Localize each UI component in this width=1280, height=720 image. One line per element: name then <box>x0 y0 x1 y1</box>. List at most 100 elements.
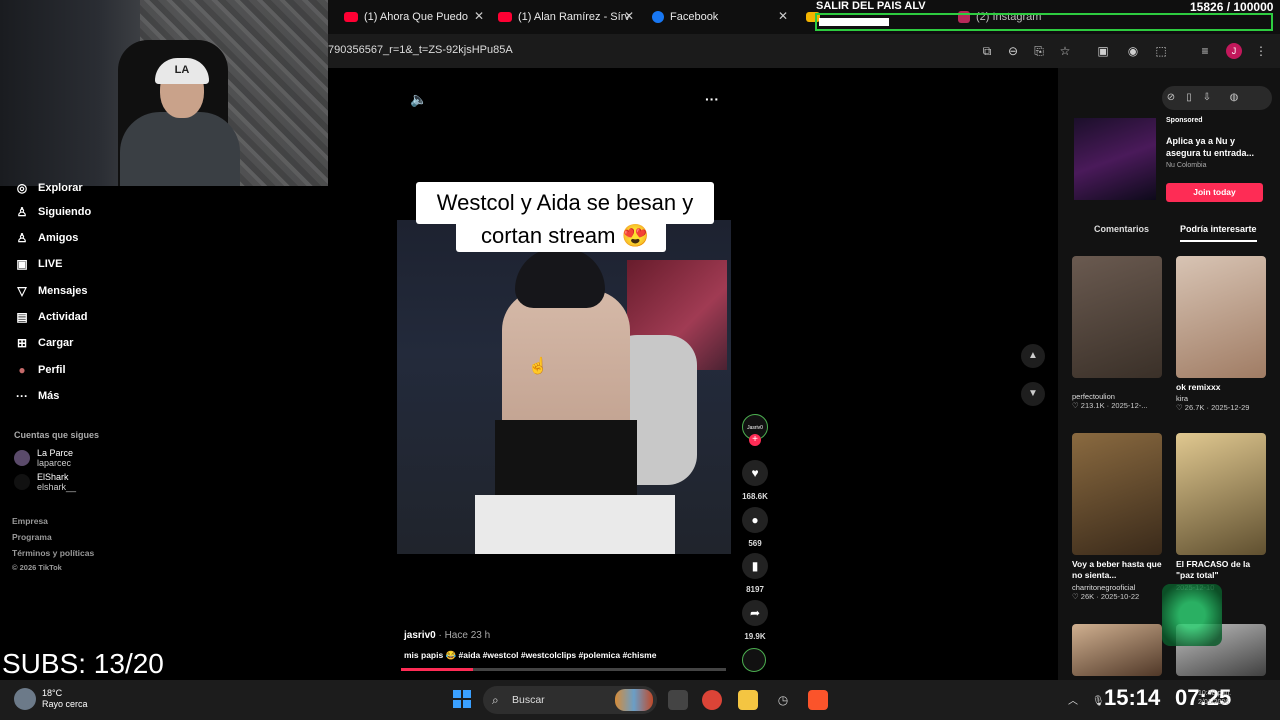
weather-text: Rayo cerca <box>42 699 88 709</box>
sidebar-item-label: Cargar <box>38 337 74 349</box>
friends-icon: ♙ <box>16 231 28 245</box>
compass-icon: ◎ <box>16 181 28 195</box>
close-icon[interactable]: ✕ <box>474 9 484 23</box>
profile-avatar[interactable]: J <box>1226 43 1242 59</box>
more-options-icon[interactable]: ··· <box>705 91 719 107</box>
comment-button[interactable]: ● 569 <box>742 507 768 548</box>
screen: (1) Ahora Que Puedo ✕ (1) Alan Ramírez -… <box>0 0 1280 720</box>
card-caption: El FRACASO de la "paz total" <box>1176 559 1251 580</box>
sidebar-item-label: Perfil <box>38 364 66 376</box>
app-icon[interactable]: ◷ <box>773 690 793 710</box>
card-stats: ♡ 213.1K · 2025-12-... <box>1072 401 1148 410</box>
goal-counter: 15826 / 100000 <box>1190 0 1274 14</box>
video-thumbnail <box>1176 256 1266 378</box>
system-clock[interactable]: 10:38 p.m. 2/01/2026 <box>1198 689 1231 707</box>
windows-start-icon[interactable] <box>453 690 471 708</box>
sidebar-item-mas[interactable]: ··· Más <box>14 388 59 404</box>
extension-icon[interactable]: ◉ <box>1126 44 1140 58</box>
account-name: La Parce <box>37 448 74 458</box>
following-title: Cuentas que sigues <box>14 430 100 440</box>
sidebar-item-siguiendo[interactable]: ♙ Siguiendo <box>14 204 92 220</box>
volume-icon[interactable]: 🔈 <box>410 91 427 108</box>
brave-icon[interactable] <box>808 690 828 710</box>
url-field[interactable]: 790356567_r=1&_t=ZS-92kjsHPu85A <box>328 44 513 56</box>
tab-youtube-1[interactable]: (1) Ahora Que Puedo ✕ <box>344 6 484 28</box>
send-icon: ▽ <box>17 284 27 298</box>
chrome-icon[interactable] <box>702 690 722 710</box>
person-top <box>495 420 637 500</box>
ad-title[interactable]: Aplica ya a Nu y asegura tu entrada... <box>1166 135 1266 159</box>
comment-count: 569 <box>748 539 762 548</box>
menu-icon[interactable]: ⋮ <box>1254 44 1268 58</box>
suggested-video-card[interactable]: perfectoulion ♡ 213.1K · 2025-12-... <box>1072 256 1162 410</box>
ad-thumbnail[interactable] <box>1074 118 1156 200</box>
sidebar-item-explorar[interactable]: ◎ Explorar <box>14 180 83 196</box>
system-time: 10:38 p.m. <box>1198 690 1232 697</box>
footer-link-programa[interactable]: Programa <box>12 532 52 542</box>
task-view-icon[interactable] <box>668 690 688 710</box>
followed-account[interactable]: La Parce laparcec <box>14 448 73 468</box>
temperature: 18°C <box>42 688 63 698</box>
mobile-icon[interactable]: ▯ <box>1180 86 1198 110</box>
tab-youtube-2[interactable]: (1) Alan Ramírez - Sírv ✕ <box>498 6 634 28</box>
suggested-video-card[interactable]: El FRACASO de la "paz total" 2025-12-10 <box>1176 433 1266 592</box>
tab-label: (1) Ahora Que Puedo <box>364 11 468 23</box>
bookmark-star-icon[interactable]: ☆ <box>1058 44 1072 58</box>
close-icon[interactable]: ✕ <box>624 9 634 23</box>
card-stats: ♡ 26.7K · 2025-12-29 <box>1176 403 1250 412</box>
post-time: · Hace 23 h <box>435 630 491 641</box>
search-icon: ⌕ <box>492 693 499 707</box>
tab-comentarios[interactable]: Comentarios <box>1094 224 1149 234</box>
close-icon[interactable]: ✕ <box>778 9 788 23</box>
suggested-video-card[interactable] <box>1072 624 1162 676</box>
sidebar-item-label: Más <box>38 390 60 402</box>
suggested-video-card[interactable]: ok remixxx kira ♡ 26.7K · 2025-12-29 <box>1176 256 1266 412</box>
sidebar-item-cargar[interactable]: ⊞ Cargar <box>14 335 74 351</box>
footer-link-empresa[interactable]: Empresa <box>12 516 48 526</box>
weather-widget[interactable]: 18°C Rayo cerca <box>14 688 88 710</box>
footer-link-terminos[interactable]: Términos y políticas <box>12 548 94 558</box>
previous-video-button[interactable]: ▲ <box>1021 344 1045 368</box>
tab-facebook[interactable]: Facebook ✕ <box>652 6 788 28</box>
card-author: charritonegrooficial <box>1072 583 1136 592</box>
system-tray[interactable]: ︿ 🎙 <box>1068 692 1105 707</box>
sidebar-item-live[interactable]: ▣ LIVE <box>14 256 62 272</box>
screenshot-icon[interactable]: ▣ <box>1096 44 1110 58</box>
taskbar-search[interactable]: ⌕ Buscar <box>483 686 657 714</box>
youtube-icon <box>344 12 358 22</box>
youtube-icon <box>498 12 512 22</box>
sidebar-item-perfil[interactable]: ● Perfil <box>14 362 66 378</box>
translate-icon[interactable]: ⧉ <box>980 44 994 58</box>
copyright: © 2026 TikTok <box>12 563 62 572</box>
download-icon[interactable]: ⇩ <box>1198 86 1216 110</box>
ad-cta-button[interactable]: Join today <box>1166 183 1263 202</box>
install-icon[interactable]: ⎘ <box>1032 44 1046 58</box>
like-button[interactable]: ♥ 168.6K <box>742 460 768 501</box>
video-thumbnail <box>1072 624 1162 676</box>
zoom-icon[interactable]: ⊖ <box>1006 44 1020 58</box>
caption-line: cortan stream 😍 <box>481 223 649 248</box>
mute-icon[interactable]: ⊘ <box>1162 86 1180 110</box>
puzzle-icon[interactable]: ⬚ <box>1154 44 1168 58</box>
video-progress[interactable] <box>401 668 726 671</box>
music-disc-icon[interactable] <box>742 648 766 672</box>
video-author[interactable]: jasriv0 · Hace 23 h <box>404 630 490 641</box>
follow-plus-icon[interactable]: + <box>749 434 761 446</box>
video-player[interactable] <box>397 220 731 554</box>
media-icon[interactable]: ≡ <box>1198 44 1212 58</box>
next-video-button[interactable]: ▼ <box>1021 382 1045 406</box>
address-bar: 790356567_r=1&_t=ZS-92kjsHPu85A ⧉ ⊖ ⎘ ☆ … <box>328 34 1280 68</box>
sidebar-item-mensajes[interactable]: ▽ Mensajes <box>14 283 87 299</box>
save-button[interactable]: ▮ 8197 <box>742 553 768 594</box>
suggested-video-card[interactable]: Voy a beber hasta que no sienta... charr… <box>1072 433 1162 601</box>
card-author: perfectoulion <box>1072 392 1115 401</box>
tab-podria-interesarte[interactable]: Podría interesarte <box>1180 224 1257 242</box>
share-button[interactable]: ➦ 19.9K <box>742 600 768 641</box>
file-explorer-icon[interactable] <box>738 690 758 710</box>
sidebar-item-amigos[interactable]: ♙ Amigos <box>14 230 79 246</box>
subs-counter: SUBS: 13/20 <box>2 648 164 679</box>
sidebar-item-actividad[interactable]: ▤ Actividad <box>14 309 87 325</box>
followed-account[interactable]: ElShark elshark__ <box>14 472 76 492</box>
user-avatar[interactable]: ◍ <box>1216 86 1252 110</box>
bookmark-icon: ▮ <box>742 553 768 579</box>
